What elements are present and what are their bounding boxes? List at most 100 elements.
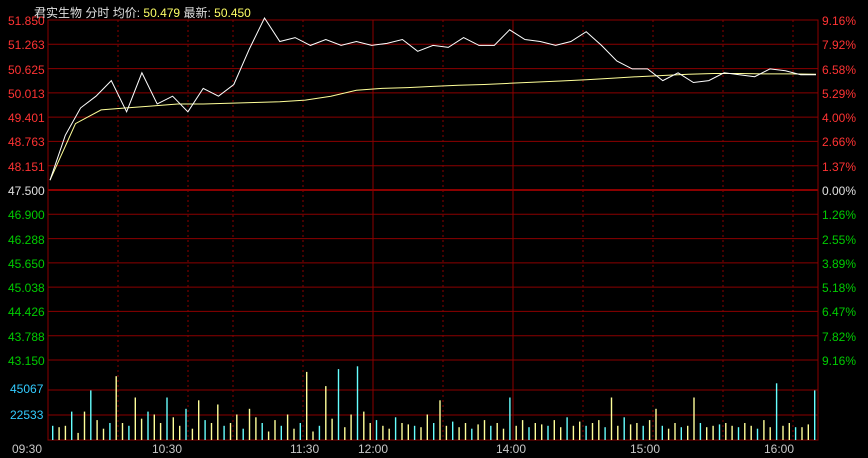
- volume-bar: [693, 397, 695, 440]
- time-tick-label: 10:30: [152, 442, 183, 456]
- volume-bar: [598, 420, 600, 440]
- volume-bar: [166, 397, 168, 440]
- price-tick-label: 48.763: [8, 135, 45, 150]
- volume-bar: [579, 421, 581, 440]
- pct-tick-label: 0.00%: [822, 184, 857, 198]
- pct-tick-label: 4.00%: [822, 111, 857, 126]
- volume-bar: [293, 428, 295, 440]
- volume-bar: [90, 390, 92, 440]
- volume-bar: [286, 414, 289, 440]
- pct-tick-label: 1.26%: [822, 208, 857, 223]
- volume-bar: [750, 425, 752, 440]
- pct-tick-label: 1.37%: [822, 159, 857, 174]
- volume-bar: [299, 423, 301, 440]
- volume-bar: [445, 425, 448, 440]
- volume-bar: [763, 420, 765, 440]
- volume-bar: [426, 414, 428, 440]
- volume-bar: [312, 431, 314, 440]
- volume-bar: [242, 428, 244, 440]
- volume-bar: [756, 428, 759, 440]
- time-tick-label: 15:00: [630, 442, 661, 456]
- volume-bar: [591, 423, 594, 440]
- volume-bar: [788, 423, 790, 440]
- volume-bar: [534, 423, 536, 440]
- volume-bar: [420, 427, 422, 440]
- volume-bar: [159, 423, 162, 440]
- intraday-chart[interactable]: [0, 0, 868, 458]
- volume-bar: [572, 425, 575, 440]
- volume-bar: [350, 414, 352, 440]
- volume-bar: [337, 369, 340, 440]
- volume-bar: [610, 397, 613, 440]
- volume-bar: [502, 428, 505, 440]
- volume-bar: [439, 400, 441, 440]
- volume-bar: [172, 417, 174, 440]
- volume-bar: [375, 420, 378, 440]
- volume-bar: [217, 404, 219, 440]
- volume-bar: [401, 423, 403, 440]
- volume-bar: [179, 425, 181, 440]
- volume-bar: [629, 424, 632, 440]
- volume-bar: [687, 425, 689, 440]
- volume-bar: [471, 428, 473, 440]
- pct-tick-label: 9.16%: [822, 354, 857, 368]
- pct-tick-label: 7.92%: [822, 38, 857, 53]
- volume-bar: [566, 417, 568, 440]
- volume-bar: [185, 408, 187, 440]
- volume-bar: [356, 366, 359, 440]
- price-tick-label: 44.426: [8, 305, 45, 320]
- avg-price-line: [49, 73, 817, 181]
- volume-bar: [267, 431, 270, 440]
- price-tick-label: 49.401: [8, 111, 45, 126]
- price-tick-label: 50.013: [8, 86, 45, 101]
- volume-bar: [674, 423, 676, 440]
- volume-bar: [255, 417, 257, 440]
- volume-bar: [661, 425, 663, 440]
- volume-bar: [553, 420, 555, 440]
- price-tick-label: 46.288: [8, 232, 45, 247]
- volume-bar: [413, 425, 416, 440]
- volume-bar: [515, 425, 517, 440]
- volume-bar: [325, 386, 327, 440]
- pct-tick-label: 9.16%: [822, 14, 857, 28]
- volume-bar: [236, 414, 238, 440]
- volume-bar: [248, 408, 251, 440]
- volume-bar: [83, 411, 86, 440]
- volume-bar: [617, 425, 619, 440]
- volume-bar: [769, 427, 771, 440]
- volume-bar: [814, 390, 816, 440]
- volume-bar: [331, 418, 333, 440]
- volume-bar: [433, 423, 435, 440]
- volume-bar: [528, 427, 530, 440]
- volume-bar: [229, 423, 232, 440]
- volume-bar: [560, 427, 562, 440]
- volume-bar: [585, 425, 587, 440]
- price-tick-label: 45.038: [8, 281, 45, 296]
- volume-bar: [521, 420, 524, 440]
- pct-tick-label: 2.55%: [822, 232, 857, 247]
- volume-bar: [109, 423, 111, 440]
- volume-bar: [801, 427, 803, 440]
- volume-bar: [496, 423, 498, 440]
- time-tick-label: 12:00: [358, 442, 389, 456]
- pct-tick-label: 3.89%: [822, 256, 857, 271]
- volume-bar: [636, 423, 638, 440]
- volume-bar: [52, 425, 54, 440]
- volume-bar: [718, 424, 721, 440]
- price-tick-label: 50.625: [8, 62, 45, 77]
- pct-tick-label: 2.66%: [822, 135, 857, 150]
- volume-bar: [58, 427, 60, 440]
- volume-bar: [547, 425, 549, 440]
- pct-tick-label: 5.29%: [822, 86, 857, 101]
- volume-bar: [490, 425, 492, 440]
- volume-bar: [140, 418, 143, 440]
- volume-bar: [604, 427, 606, 440]
- volume-bar: [775, 383, 778, 440]
- volume-bar: [458, 427, 460, 440]
- price-tick-label: 46.900: [8, 208, 45, 223]
- volume-bar: [464, 423, 467, 440]
- time-tick-label: 11:30: [290, 442, 320, 456]
- volume-bar: [382, 425, 384, 440]
- volume-bar: [306, 371, 308, 440]
- price-tick-label: 51.263: [8, 38, 45, 53]
